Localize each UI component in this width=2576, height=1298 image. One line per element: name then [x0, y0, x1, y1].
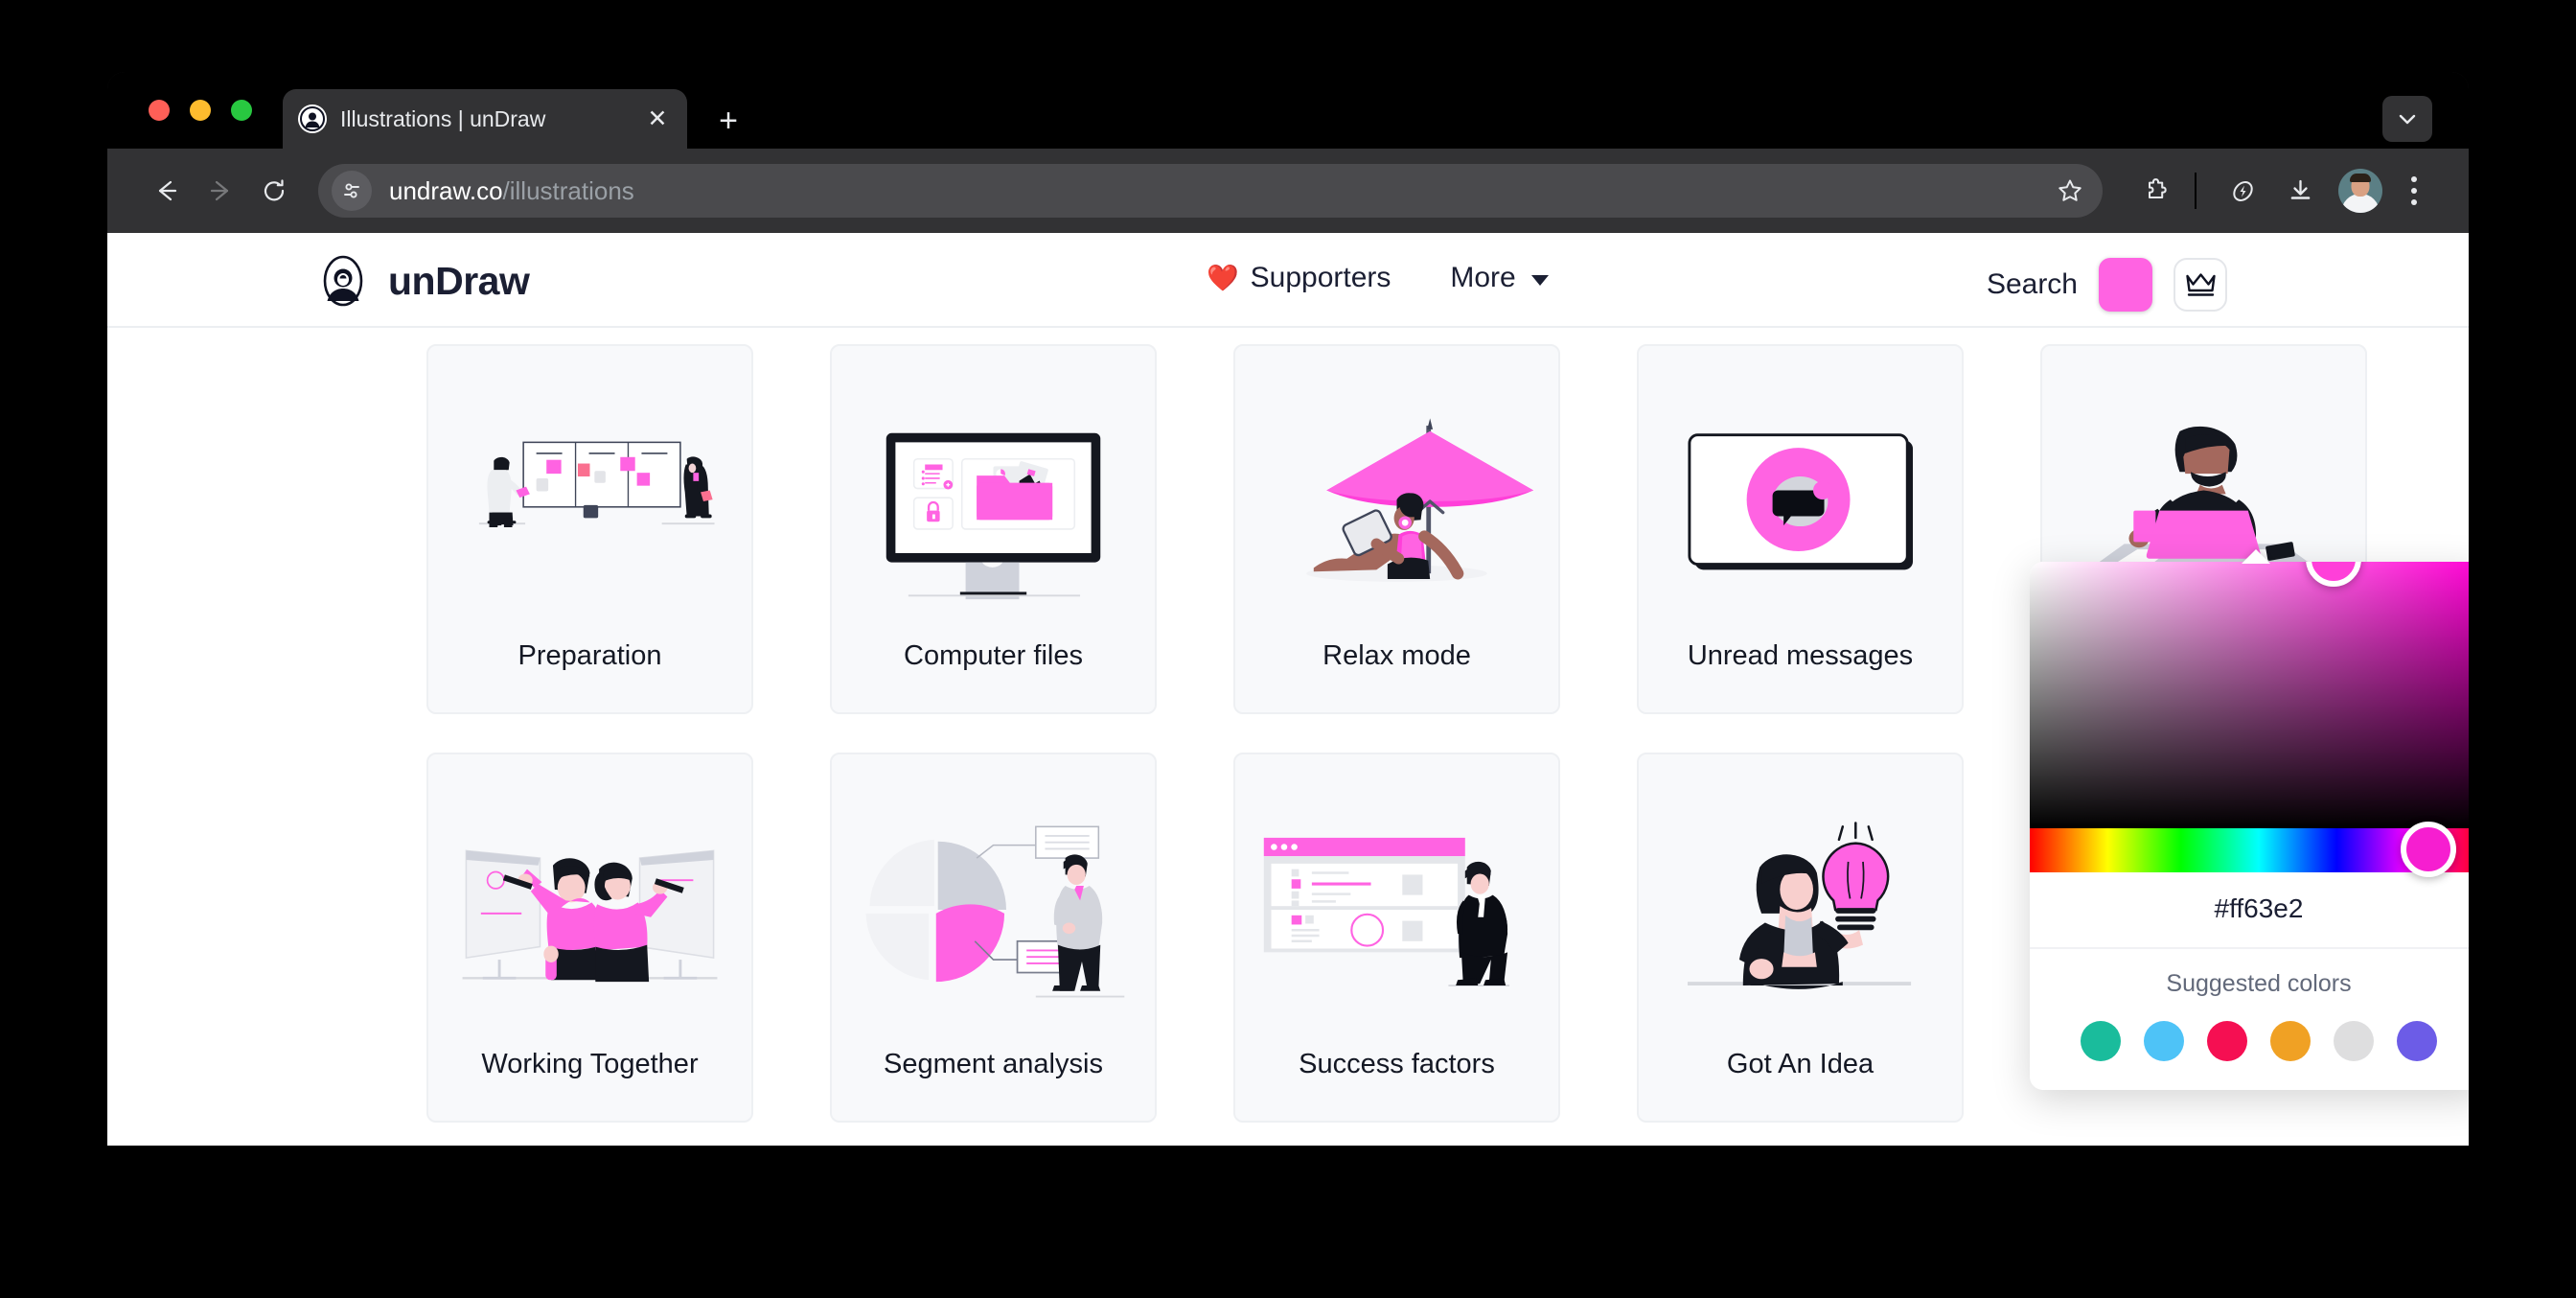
success-factors-illustration: [1235, 754, 1558, 1049]
illustration-label: Success factors: [1299, 1049, 1495, 1079]
illustration-label: Unread messages: [1687, 640, 1914, 671]
segment-analysis-illustration: [832, 754, 1155, 1049]
download-icon: [2290, 179, 2310, 199]
url-domain: undraw.co: [389, 175, 503, 205]
arrow-right-icon: [210, 180, 229, 201]
got-an-idea-illustration: [1639, 754, 1962, 1049]
illustration-card[interactable]: Working Together: [426, 753, 753, 1123]
brand-name: unDraw: [388, 258, 530, 303]
relax-mode-illustration: [1235, 346, 1558, 640]
arrow-left-icon: [158, 180, 177, 201]
chevron-down-icon: [1530, 274, 1549, 286]
dot: [2411, 176, 2417, 182]
close-icon[interactable]: ✕: [643, 104, 672, 133]
site-header: unDraw ❤️ Supporters More Search: [107, 233, 2469, 328]
suggested-color-swatch[interactable]: [2270, 1021, 2311, 1061]
hex-value-field[interactable]: #ff63e2: [2030, 872, 2469, 947]
picker-arrow: [2242, 549, 2270, 564]
dot: [2411, 199, 2417, 205]
heart-icon: ❤️: [1207, 264, 1239, 292]
illustration-card[interactable]: Computer files: [830, 344, 1157, 714]
color-swatch-button[interactable]: [2099, 258, 2152, 312]
close-window-button[interactable]: [149, 100, 170, 121]
suggested-color-swatch[interactable]: [2207, 1021, 2247, 1061]
preparation-illustration: [428, 346, 751, 640]
suggested-color-swatch[interactable]: [2334, 1021, 2374, 1061]
illustration-card[interactable]: Success factors: [1233, 753, 1560, 1123]
hue-slider-handle[interactable]: [2401, 822, 2456, 877]
color-picker-panel[interactable]: #ff63e2 Suggested colors: [2030, 562, 2469, 1090]
star-outline-icon: [2058, 179, 2082, 201]
nav-item-supporters-label: Supporters: [1250, 262, 1392, 293]
nav-item-supporters[interactable]: ❤️ Supporters: [1207, 262, 1391, 294]
avatar[interactable]: [2338, 169, 2382, 213]
chevron-down-icon: [2399, 114, 2416, 125]
illustration-label: Preparation: [518, 640, 662, 671]
header-actions: Search: [1987, 258, 2227, 312]
nav-item-more-label: More: [1450, 262, 1516, 293]
tab-search-button[interactable]: [2382, 96, 2432, 142]
downloads-button[interactable]: [2275, 166, 2325, 216]
new-tab-button[interactable]: +: [711, 104, 746, 139]
toolbar-separator: [2195, 173, 2196, 209]
unread-messages-illustration: [1639, 346, 1962, 640]
tune-settings-icon[interactable]: [332, 171, 372, 211]
three-dots-vertical-icon[interactable]: [2392, 166, 2436, 216]
browser-toolbar: undraw.co/illustrations: [107, 149, 2469, 233]
suggested-colors-row: [2030, 1021, 2469, 1061]
minimize-window-button[interactable]: [190, 100, 211, 121]
illustration-label: Relax mode: [1322, 640, 1471, 671]
puzzle-piece-icon: [2148, 177, 2167, 198]
energy-saver-button[interactable]: [2218, 166, 2267, 216]
leaf-bolt-icon: [2232, 180, 2253, 201]
suggested-color-swatch[interactable]: [2144, 1021, 2184, 1061]
illustration-label: Working Together: [481, 1049, 699, 1079]
illustration-card[interactable]: Got An Idea: [1637, 753, 1964, 1123]
illustration-label: Got An Idea: [1726, 1049, 1874, 1079]
browser-window: Illustrations | unDraw ✕ + undraw.co/ill…: [107, 72, 2469, 1146]
suggested-color-swatch[interactable]: [2397, 1021, 2437, 1061]
browser-tab[interactable]: Illustrations | unDraw ✕: [283, 89, 687, 149]
saturation-value-handle[interactable]: [2306, 562, 2361, 587]
illustration-card[interactable]: Relax mode: [1233, 344, 1560, 714]
avatar-hair: [2350, 174, 2371, 182]
reload-icon: [264, 179, 285, 201]
url-text: undraw.co/illustrations: [389, 176, 2047, 206]
illustration-label: Segment analysis: [884, 1049, 1103, 1079]
reload-button[interactable]: [247, 164, 301, 218]
extensions-button[interactable]: [2131, 166, 2181, 216]
window-controls: [149, 100, 252, 121]
illustration-card[interactable]: Segment analysis: [830, 753, 1157, 1123]
computer-files-illustration: [832, 346, 1155, 640]
suggested-colors-title: Suggested colors: [2166, 970, 2352, 997]
search-button[interactable]: Search: [1987, 268, 2078, 301]
forward-button[interactable]: [194, 164, 247, 218]
tab-strip: Illustrations | unDraw ✕ +: [107, 72, 2469, 149]
main-nav: ❤️ Supporters More: [1207, 262, 1549, 294]
illustration-label: Computer files: [904, 640, 1083, 671]
saturation-value-area[interactable]: [2030, 562, 2469, 828]
bookmark-button[interactable]: [2047, 168, 2093, 214]
maximize-window-button[interactable]: [231, 100, 252, 121]
pro-crown-button[interactable]: [2174, 258, 2227, 312]
crown-icon: [2185, 272, 2216, 296]
undraw-avatar-icon: [298, 104, 327, 133]
working-together-illustration: [428, 754, 751, 1049]
tab-title: Illustrations | unDraw: [340, 105, 546, 131]
suggested-color-swatch[interactable]: [2081, 1021, 2121, 1061]
back-button[interactable]: [140, 164, 194, 218]
dot: [2411, 188, 2417, 194]
url-path: /illustrations: [502, 175, 634, 205]
suggested-colors-section: Suggested colors: [2030, 947, 2469, 1090]
hue-slider[interactable]: [2030, 822, 2469, 877]
illustration-card[interactable]: Unread messages: [1637, 344, 1964, 714]
brand-logo[interactable]: unDraw: [316, 254, 530, 308]
avatar-shirt: [2341, 194, 2380, 213]
illustration-card[interactable]: Preparation: [426, 344, 753, 714]
undraw-logo-icon: [316, 254, 370, 308]
address-bar[interactable]: undraw.co/illustrations: [318, 164, 2103, 218]
nav-item-more[interactable]: More: [1450, 262, 1549, 294]
page-content: unDraw ❤️ Supporters More Search Prepara…: [107, 233, 2469, 1146]
